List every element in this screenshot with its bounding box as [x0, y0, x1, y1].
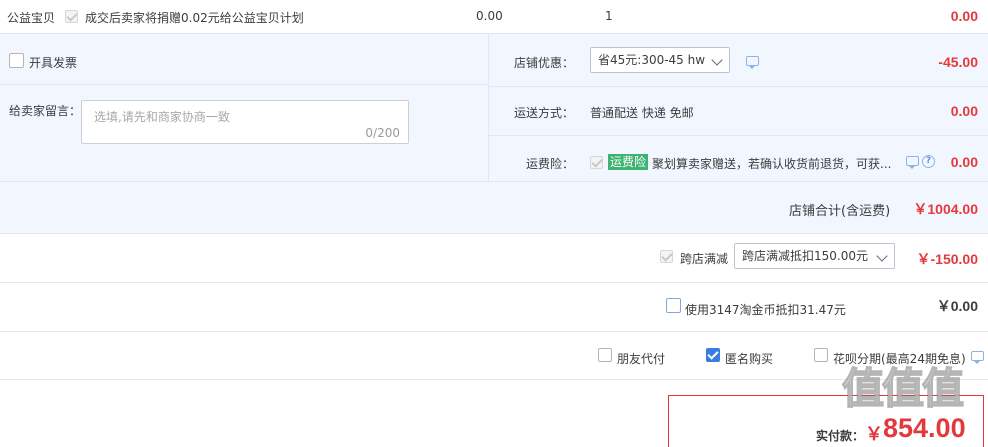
invoice-label[interactable]: 开具发票: [29, 54, 77, 71]
taobao-coins-amount: ￥0.00: [936, 298, 978, 314]
shipping-amount: 0.00: [950, 103, 978, 119]
invoice-checkbox[interactable]: [9, 53, 24, 68]
charity-row: 公益宝贝 成交后卖家将捐赠0.02元给公益宝贝计划 0.00 1 0.00: [0, 0, 988, 33]
chat-icon[interactable]: [971, 351, 984, 364]
shipping-value: 普通配送 快递 免邮: [590, 106, 694, 120]
panel-divider-left: [0, 84, 488, 85]
charity-description: 成交后卖家将捐赠0.02元给公益宝贝计划: [85, 11, 304, 25]
chevron-down-icon: [876, 250, 888, 262]
divider: [0, 331, 988, 332]
charity-unit-price: 0.00: [476, 9, 503, 23]
charity-checkbox: [65, 10, 78, 23]
message-label: 给卖家留言：: [9, 104, 82, 118]
message-placeholder: 选填,请先和商家协商一致: [94, 110, 230, 124]
cross-store-selected: 跨店满减抵扣150.00元: [742, 249, 868, 263]
charity-amount: 0.00: [950, 8, 978, 24]
panel-divider-total: [0, 181, 988, 182]
panel-divider-r1: [488, 86, 988, 87]
store-total-label: 店铺合计(含运费): [789, 204, 891, 219]
anonymous-label[interactable]: 匿名购买: [725, 350, 773, 367]
insurance-checkbox: [590, 156, 603, 169]
divider: [0, 379, 988, 380]
charity-label: 公益宝贝: [7, 11, 56, 25]
store-discount-amount: -45.00: [938, 54, 978, 70]
divider: [0, 282, 988, 283]
watermark-logo: 值值值: [841, 363, 965, 414]
huabei-checkbox[interactable]: [814, 348, 828, 362]
insurance-text: 聚划算卖家赠送，若确认收货前退货，可获...: [652, 157, 892, 171]
insurance-amount: 0.00: [950, 154, 978, 170]
chevron-down-icon: [711, 54, 723, 66]
chat-icon[interactable]: [746, 56, 759, 69]
insurance-badge: 运费险: [608, 154, 649, 170]
panel-divider-vertical: [488, 33, 489, 181]
cross-store-select[interactable]: 跨店满减抵扣150.00元: [734, 243, 895, 269]
message-counter: 0/200: [365, 126, 400, 140]
divider: [0, 233, 988, 234]
message-input[interactable]: 选填,请先和商家协商一致 0/200: [81, 100, 409, 144]
store-discount-select[interactable]: 省45元:300-45 hw: [590, 47, 730, 73]
friend-pay-checkbox[interactable]: [598, 348, 612, 362]
anonymous-checkbox[interactable]: [706, 348, 720, 362]
total-amount: 854.00: [883, 413, 966, 443]
help-icon[interactable]: ?: [922, 155, 935, 168]
insurance-label: 运费险：: [526, 157, 575, 171]
total-currency: ￥: [865, 424, 883, 445]
cross-store-amount: ￥-150.00: [916, 251, 978, 267]
total-label: 实付款：: [816, 429, 865, 443]
cross-store-label: 跨店满减: [680, 252, 729, 266]
cross-store-checkbox: [660, 250, 673, 263]
panel-divider-r2: [488, 135, 988, 136]
store-discount-selected: 省45元:300-45 hw: [598, 53, 706, 67]
taobao-coins-label[interactable]: 使用3147淘金币抵扣31.47元: [685, 301, 846, 318]
charity-quantity: 1: [605, 9, 613, 23]
store-total-amount: ￥1004.00: [913, 201, 978, 217]
friend-pay-label[interactable]: 朋友代付: [617, 350, 665, 367]
store-discount-label: 店铺优惠：: [514, 56, 575, 70]
shipping-label: 运送方式：: [514, 106, 575, 120]
taobao-coins-checkbox[interactable]: [666, 298, 681, 313]
chat-icon[interactable]: [906, 156, 919, 169]
